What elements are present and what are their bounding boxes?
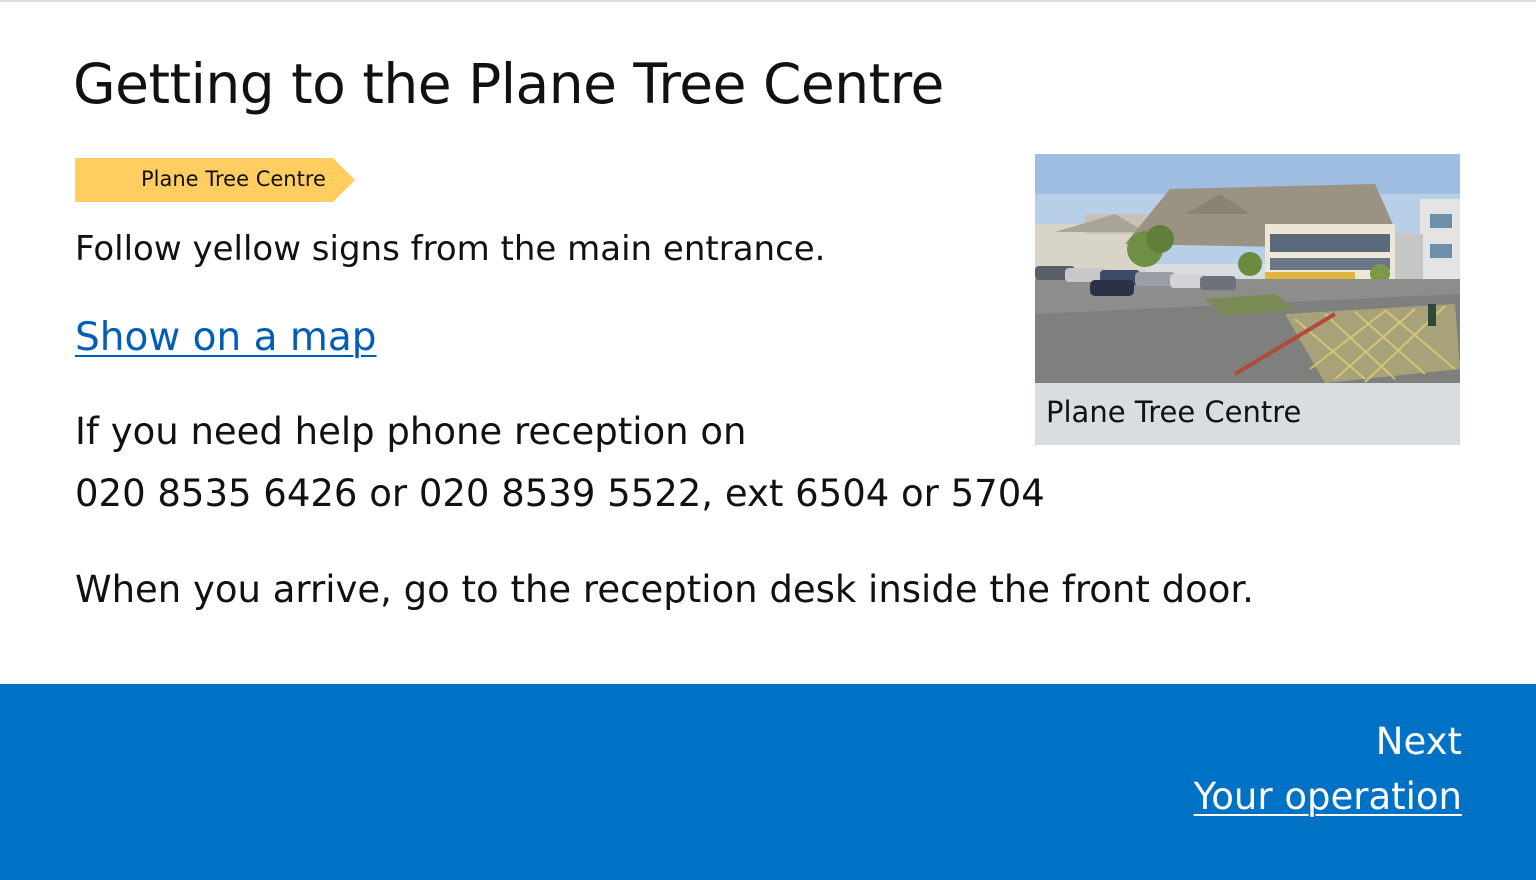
footer-navigation: Next Your operation	[0, 684, 1536, 880]
help-phone-text: If you need help phone reception on	[75, 410, 747, 453]
wayfinding-sign: Plane Tree Centre	[75, 158, 355, 202]
next-label: Next	[1375, 720, 1462, 763]
follow-signs-text: Follow yellow signs from the main entran…	[75, 229, 826, 269]
photo-caption: Plane Tree Centre	[1046, 395, 1302, 429]
building-figure: Plane Tree Centre	[1035, 154, 1460, 445]
sign-label: Plane Tree Centre	[141, 167, 326, 191]
next-page-link[interactable]: Your operation	[1194, 775, 1462, 818]
building-photo-image	[1035, 154, 1460, 383]
top-divider	[0, 0, 1536, 2]
building-photo	[1035, 154, 1460, 383]
arrival-instructions: When you arrive, go to the reception des…	[75, 568, 1254, 611]
reception-phone-numbers: 020 8535 6426 or 020 8539 5522, ext 6504…	[75, 472, 1045, 515]
page-title: Getting to the Plane Tree Centre	[73, 52, 944, 116]
show-on-map-link[interactable]: Show on a map	[75, 315, 377, 360]
